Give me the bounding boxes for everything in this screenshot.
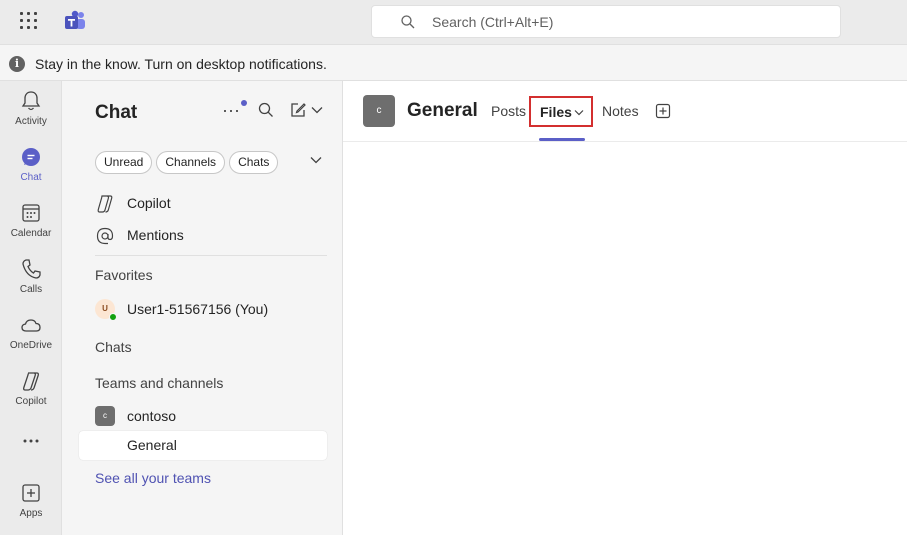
bell-icon <box>21 91 41 111</box>
rail-label-apps: Apps <box>19 508 43 519</box>
chevron-down-icon <box>574 110 584 116</box>
search-input[interactable]: Search (Ctrl+Alt+E) <box>371 5 841 38</box>
rail-label-copilot: Copilot <box>15 396 47 407</box>
list-item-label: User1-51567156 (You) <box>127 301 269 317</box>
new-chat-icon[interactable] <box>289 101 307 119</box>
rail-item-calendar[interactable]: Calendar <box>0 201 62 253</box>
info-icon: i <box>9 56 25 72</box>
rail-item-apps[interactable]: Apps <box>0 481 62 533</box>
chat-list-pane: Chat ··· Unread Channels Chats Copilot M… <box>63 81 343 535</box>
rail-label-onedrive: OneDrive <box>9 340 53 351</box>
rail-label-calendar: Calendar <box>10 228 52 239</box>
channel-main-area: c General Posts Files Notes <box>343 81 907 535</box>
rail-label-chat: Chat <box>20 172 42 183</box>
app-rail: Activity Chat Calendar Calls OneDrive Co… <box>0 81 62 535</box>
section-teams-and-channels[interactable]: Teams and channels <box>95 375 223 391</box>
list-item-channel-general[interactable]: General <box>79 431 327 460</box>
phone-icon <box>22 259 41 279</box>
rail-item-activity[interactable]: Activity <box>0 89 62 141</box>
filter-channels[interactable]: Channels <box>156 151 226 174</box>
more-options-button[interactable]: ··· <box>222 100 240 121</box>
rail-more-button[interactable] <box>0 433 62 457</box>
calendar-icon <box>22 204 40 222</box>
more-icon <box>23 439 39 443</box>
chevron-down-icon[interactable] <box>311 106 323 114</box>
filter-expand-chevron-icon[interactable] <box>310 156 322 164</box>
channel-header: c General Posts Files Notes <box>343 81 907 142</box>
channel-title: General <box>407 100 478 121</box>
search-icon[interactable] <box>257 101 275 119</box>
add-apps-icon <box>22 484 40 502</box>
list-item-label: Copilot <box>127 195 171 211</box>
rail-item-chat[interactable]: Chat <box>0 145 62 197</box>
at-icon <box>96 227 114 245</box>
filter-pills: Unread Channels Chats <box>95 151 279 175</box>
search-placeholder: Search (Ctrl+Alt+E) <box>432 14 554 30</box>
list-item-label: General <box>127 437 177 453</box>
cloud-icon <box>21 319 41 332</box>
teams-logo-icon <box>65 10 85 29</box>
filter-chats[interactable]: Chats <box>229 151 279 174</box>
divider <box>95 255 327 256</box>
chat-icon <box>22 148 40 166</box>
tab-files-label: Files <box>540 104 572 120</box>
copilot-icon <box>97 195 113 213</box>
rail-label-calls: Calls <box>19 284 43 295</box>
team-avatar: c <box>95 406 115 426</box>
search-icon <box>401 15 415 29</box>
active-tab-indicator <box>539 138 585 141</box>
rail-label-activity: Activity <box>15 116 47 127</box>
filter-unread[interactable]: Unread <box>95 151 153 174</box>
rail-item-calls[interactable]: Calls <box>0 257 62 309</box>
tab-posts[interactable]: Posts <box>491 103 526 119</box>
tab-notes[interactable]: Notes <box>602 103 639 119</box>
channel-avatar: c <box>363 95 395 127</box>
list-item-label: Mentions <box>127 227 184 243</box>
notification-text[interactable]: Stay in the know. Turn on desktop notifi… <box>35 56 327 72</box>
teams-window: Search (Ctrl+Alt+E) i Stay in the know. … <box>0 0 907 535</box>
notification-bar: i Stay in the know. Turn on desktop noti… <box>0 44 907 81</box>
see-all-teams-link[interactable]: See all your teams <box>95 470 211 486</box>
presence-available-icon <box>109 313 117 321</box>
copilot-icon <box>23 372 39 391</box>
section-favorites[interactable]: Favorites <box>95 267 153 283</box>
rail-item-onedrive[interactable]: OneDrive <box>0 313 62 365</box>
list-item-label: contoso <box>127 408 177 424</box>
rail-item-copilot[interactable]: Copilot <box>0 369 62 421</box>
tab-files[interactable]: Files <box>529 96 593 127</box>
add-tab-icon[interactable] <box>655 103 671 119</box>
chat-pane-title: Chat <box>95 102 138 123</box>
title-bar: Search (Ctrl+Alt+E) <box>0 0 907 44</box>
app-launcher-icon[interactable] <box>20 12 38 30</box>
section-chats[interactable]: Chats <box>95 339 132 355</box>
notification-dot <box>241 100 247 106</box>
